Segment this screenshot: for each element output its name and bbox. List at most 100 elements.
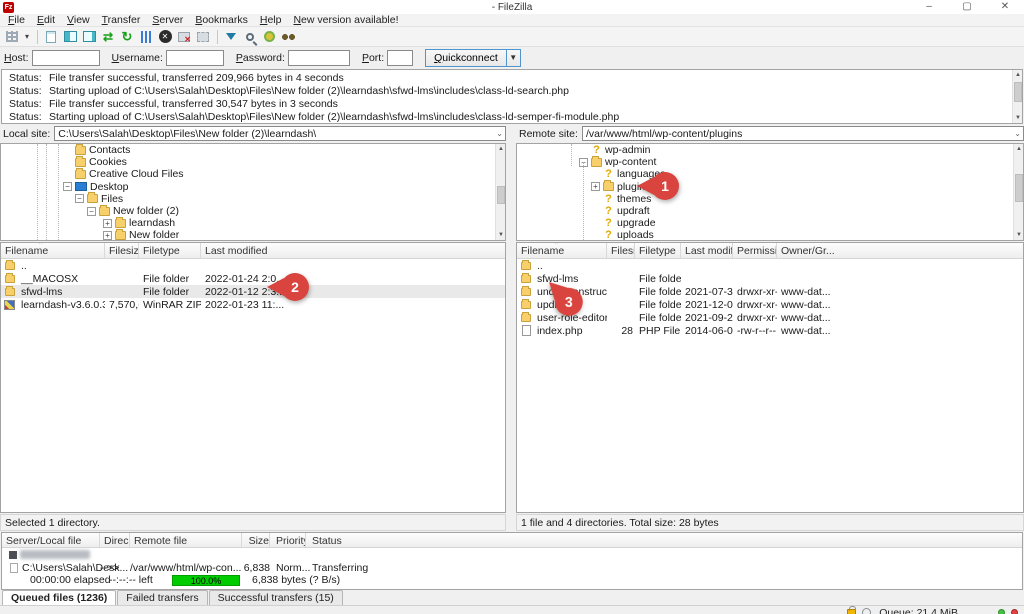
file-row-updraft[interactable]: updraft File folder 2021-12-02... drwxr-… (517, 298, 1023, 311)
tree-item-wp-content[interactable]: −wp-content (517, 156, 1023, 168)
column-header-filetype[interactable]: Filetype (139, 243, 201, 258)
tree-item-learndash[interactable]: +learndash (1, 217, 505, 229)
site-manager-icon[interactable] (3, 29, 21, 45)
toggle-local-tree-icon[interactable] (61, 29, 79, 45)
local-site-path[interactable]: C:\Users\Salah\Desktop\Files\New folder … (54, 126, 506, 141)
tree-item-new-folder[interactable]: +New folder (1, 229, 505, 241)
close-button[interactable]: ✕ (986, 0, 1024, 14)
reconnect-icon[interactable] (194, 29, 212, 45)
column-header-filesize[interactable]: Filesize (607, 243, 635, 258)
log-scrollbar[interactable]: ▲ ▼ (1012, 70, 1022, 123)
scroll-down-icon[interactable]: ▼ (1014, 230, 1024, 240)
clock-icon[interactable] (862, 608, 871, 614)
synchronized-browsing-icon[interactable] (260, 29, 278, 45)
file-row-sfwd-lms[interactable]: sfwd-lms File folder 2022-01-12 2:3... (1, 285, 505, 298)
column-header-status[interactable]: Status (306, 533, 1022, 547)
file-row-parent-dir[interactable]: .. (1, 259, 505, 272)
tab-failed-transfers[interactable]: Failed transfers (117, 590, 207, 605)
tree-item-creative-cloud-files[interactable]: Creative Cloud Files (1, 168, 505, 180)
file-row-index-php[interactable]: index.php 28 PHP File 2014-06-05... -rw-… (517, 324, 1023, 337)
scroll-thumb[interactable] (1014, 82, 1022, 102)
tree-item-files[interactable]: −Files (1, 193, 505, 205)
chevron-down-icon[interactable]: ⌄ (496, 127, 503, 141)
file-row-sfwd-lms[interactable]: sfwd-lms File folder (517, 272, 1023, 285)
tree-item-uploads[interactable]: ?uploads (517, 229, 1023, 241)
compare-directories-icon[interactable] (241, 29, 259, 45)
tree-item-themes[interactable]: ?themes (517, 193, 1023, 205)
tab-queued-files[interactable]: Queued files (1236) (2, 590, 116, 605)
expand-icon[interactable]: + (103, 219, 112, 228)
column-header-server-local-file[interactable]: Server/Local file (2, 533, 100, 547)
find-files-icon[interactable] (279, 29, 297, 45)
collapse-icon[interactable]: − (75, 194, 84, 203)
collapse-icon[interactable]: − (87, 207, 96, 216)
column-header-filename[interactable]: Filename^ (1, 243, 105, 258)
column-header-priority[interactable]: Priority (270, 533, 306, 547)
tree-item-desktop[interactable]: −Desktop (1, 181, 505, 193)
menu-transfer[interactable]: Transfer (96, 14, 147, 26)
disconnect-icon[interactable] (175, 29, 193, 45)
local-tree-scrollbar[interactable]: ▲ ▼ (495, 144, 505, 240)
username-input[interactable] (166, 50, 224, 66)
collapse-icon[interactable]: − (63, 182, 72, 191)
cancel-operation-icon[interactable]: ✕ (156, 29, 174, 45)
menu-edit[interactable]: Edit (31, 14, 61, 26)
menu-server[interactable]: Server (146, 14, 189, 26)
lock-icon[interactable] (847, 609, 856, 614)
host-input[interactable] (32, 50, 100, 66)
quickconnect-dropdown-icon[interactable]: ▼ (507, 49, 521, 67)
password-input[interactable] (288, 50, 350, 66)
file-row-macosx[interactable]: __MACOSX File folder 2022-01-24 2:0... (1, 272, 505, 285)
toggle-queue-icon[interactable]: ⇄ (99, 29, 117, 45)
column-header-last-modified[interactable]: Last modifi... (681, 243, 733, 258)
column-header-filetype[interactable]: Filetype (635, 243, 681, 258)
queue-server-row[interactable] (2, 548, 1022, 561)
file-row-learndash-zip[interactable]: learndash-v3.6.0.3.zip 7,570,636 WinRAR … (1, 298, 505, 311)
menu-help[interactable]: Help (254, 14, 288, 26)
tree-item-cookies[interactable]: Cookies (1, 156, 505, 168)
column-header-filesize[interactable]: Filesize (105, 243, 139, 258)
quickconnect-button[interactable]: Quickconnect (425, 49, 507, 67)
file-row-under-construction[interactable]: under-constructi... File folder 2021-07-… (517, 285, 1023, 298)
menu-view[interactable]: View (61, 14, 96, 26)
file-row-user-role-editor[interactable]: user-role-editor File folder 2021-09-23.… (517, 311, 1023, 324)
expand-icon[interactable]: + (103, 231, 112, 240)
minimize-button[interactable]: – (910, 0, 948, 14)
scroll-up-icon[interactable]: ▲ (1013, 70, 1023, 80)
tab-successful-transfers[interactable]: Successful transfers (15) (209, 590, 343, 605)
scroll-up-icon[interactable]: ▲ (1014, 144, 1024, 154)
menu-new-version[interactable]: New version available! (287, 14, 404, 26)
toggle-remote-tree-icon[interactable] (80, 29, 98, 45)
toggle-log-icon[interactable] (42, 29, 60, 45)
menu-bookmarks[interactable]: Bookmarks (189, 14, 254, 26)
scroll-up-icon[interactable]: ▲ (496, 144, 506, 154)
tree-item-updraft[interactable]: ?updraft (517, 205, 1023, 217)
column-header-direction[interactable]: Direc... (100, 533, 130, 547)
menu-file[interactable]: File (2, 14, 31, 26)
column-header-permissions[interactable]: Permissi... (733, 243, 777, 258)
tree-item-languages[interactable]: ?languages (517, 168, 1023, 180)
site-manager-dropdown-icon[interactable]: ▾ (22, 29, 32, 45)
column-header-size[interactable]: Size (242, 533, 270, 547)
tree-item-plugins[interactable]: +plugins (517, 181, 1023, 193)
column-header-filename[interactable]: Filename^ (517, 243, 607, 258)
process-queue-icon[interactable] (137, 29, 155, 45)
tree-item-contacts[interactable]: Contacts (1, 144, 505, 156)
column-header-owner-group[interactable]: Owner/Gr... (777, 243, 1023, 258)
filter-icon[interactable] (222, 29, 240, 45)
refresh-icon[interactable]: ↻ (118, 29, 136, 45)
tree-item-new-folder-2[interactable]: −New folder (2) (1, 205, 505, 217)
tree-item-wp-admin[interactable]: ?wp-admin (517, 144, 1023, 156)
port-input[interactable] (387, 50, 413, 66)
remote-tree-scrollbar[interactable]: ▲ ▼ (1013, 144, 1023, 240)
chevron-down-icon[interactable]: ⌄ (1014, 127, 1021, 141)
scroll-thumb[interactable] (1015, 174, 1023, 202)
queue-transfer-row[interactable]: C:\Users\Salah\Desk... -->> /var/www/htm… (2, 561, 1022, 574)
file-row-parent-dir[interactable]: .. (517, 259, 1023, 272)
column-header-remote-file[interactable]: Remote file (130, 533, 242, 547)
remote-site-path[interactable]: /var/www/html/wp-content/plugins⌄ (582, 126, 1024, 141)
scroll-down-icon[interactable]: ▼ (496, 230, 506, 240)
maximize-button[interactable]: ▢ (948, 0, 986, 14)
scroll-thumb[interactable] (497, 186, 505, 204)
scroll-down-icon[interactable]: ▼ (1013, 113, 1023, 123)
